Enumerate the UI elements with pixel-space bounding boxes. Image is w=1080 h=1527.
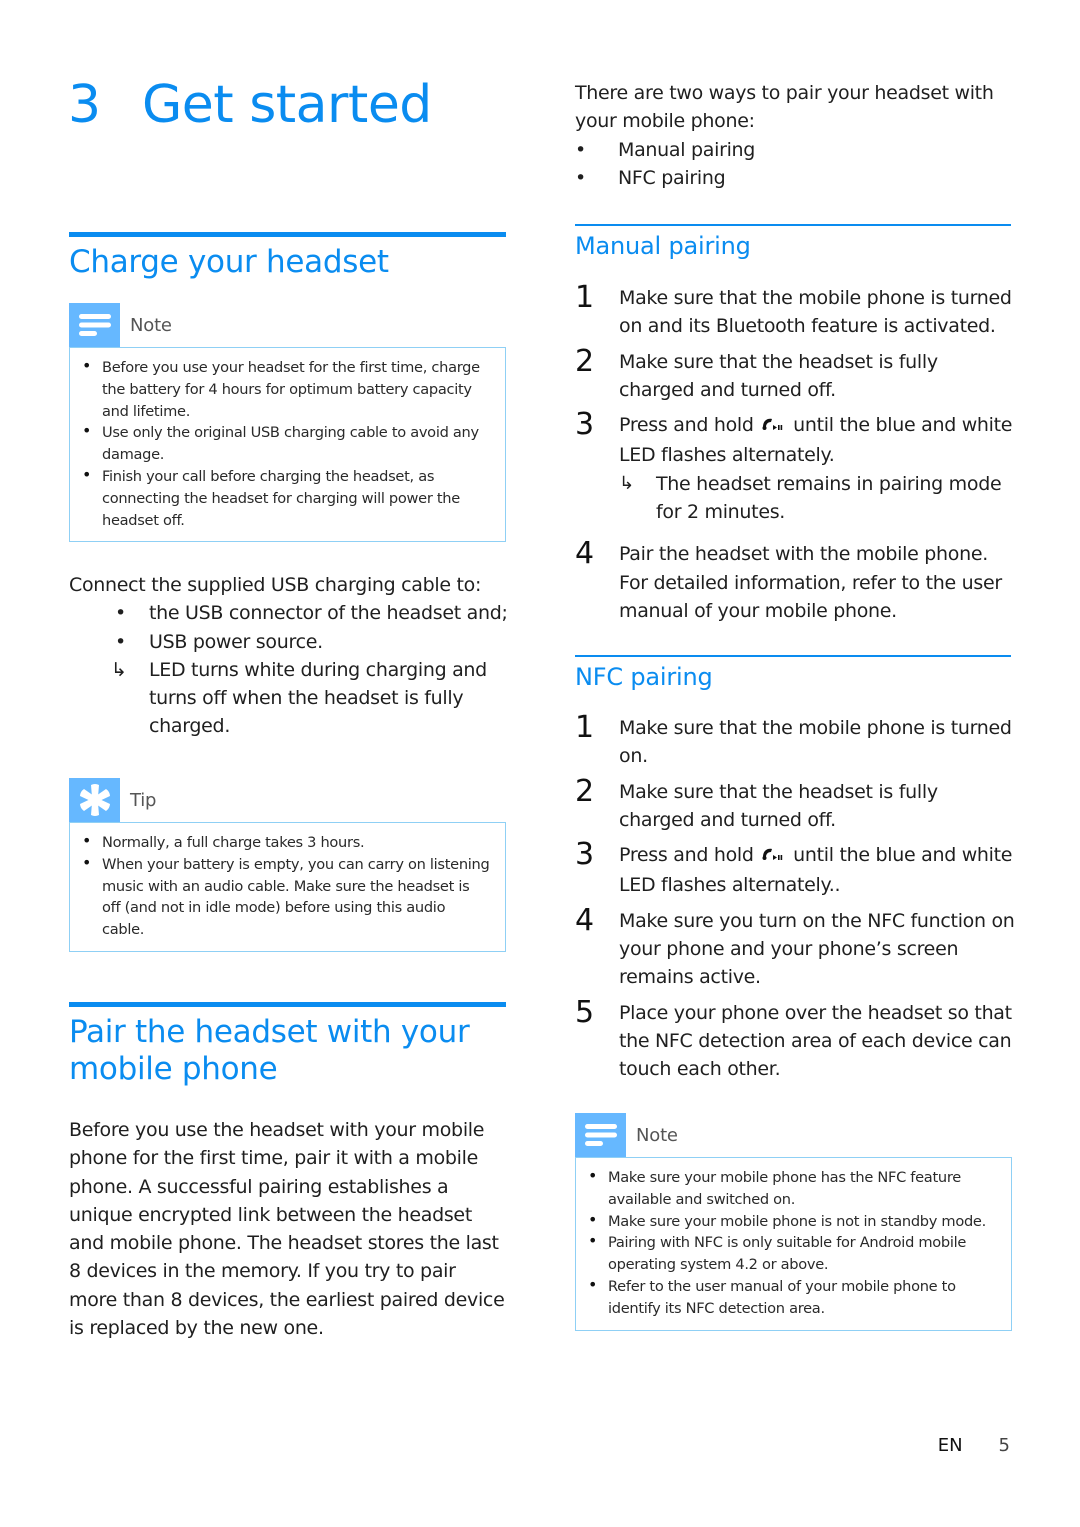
tip-header: Tip <box>69 778 506 822</box>
step-text: Press and hold <box>619 414 754 437</box>
call-play-pause-button-icon <box>761 413 785 441</box>
page-number: 5 <box>998 1435 1010 1456</box>
bullet-text: the USB connector of the headset and; <box>149 602 508 625</box>
nfc-steps: 1 Make sure that the mobile phone is turn… <box>575 710 1015 1084</box>
charge-intro: Connect the supplied USB charging cable … <box>69 574 482 596</box>
note-body: Before you use your headset for the firs… <box>69 347 506 543</box>
tip-label: Tip <box>130 789 157 811</box>
note-body: Make sure your mobile phone has the NFC … <box>575 1157 1012 1331</box>
step-number: 1 <box>575 280 594 315</box>
bullet-text: USB power source. <box>149 630 323 653</box>
step-text: Make sure that the headset is fully char… <box>619 780 938 831</box>
charge-instructions: Connect the supplied USB charging cable … <box>69 571 514 741</box>
pair-ways: There are two ways to pair your headset … <box>575 79 1015 192</box>
tip-body: Normally, a full charge takes 3 hours. W… <box>69 822 506 952</box>
tip-item: When your battery is empty, you can carr… <box>81 852 491 941</box>
list-item: • USB power source. <box>115 628 514 656</box>
result-item: ↳ The headset remains in pairing mode for… <box>619 470 1015 527</box>
note-header: Note <box>69 303 506 347</box>
step: 3 Press and hold until the blue and whit… <box>575 407 1015 527</box>
section-rule <box>69 232 506 237</box>
asterisk-tip-icon <box>69 778 120 822</box>
chapter-title-text: Get started <box>142 75 432 135</box>
section-rule <box>69 1002 506 1007</box>
result-item: ↳ LED turns white during charging and tur… <box>111 656 514 741</box>
pair-ways-intro: There are two ways to pair your headset … <box>575 82 994 133</box>
heading-charge-headset: Charge your headset <box>69 244 389 280</box>
step: 2 Make sure that the headset is fully cha… <box>575 773 1015 835</box>
note-item: Before you use your headset for the firs… <box>81 355 491 422</box>
list-item: • NFC pairing <box>575 164 1015 192</box>
heading-pair-headset: Pair the headset with your mobile phone <box>69 1014 509 1088</box>
note-lines-icon <box>69 303 120 347</box>
note-item: Use only the original USB charging cable… <box>81 420 491 466</box>
list-item: • Manual pairing <box>575 136 1015 164</box>
note-item: Make sure your mobile phone has the NFC … <box>587 1165 997 1211</box>
result-text: LED turns white during charging and turn… <box>149 658 487 738</box>
note-box-charge: Note Before you use your headset for the… <box>69 303 506 543</box>
step-text: Pair the headset with the mobile phone. … <box>619 543 1002 622</box>
bullet: • <box>575 138 586 161</box>
note-label: Note <box>636 1124 678 1146</box>
step-number: 3 <box>575 407 594 443</box>
step: 4 Pair the headset with the mobile phone.… <box>575 536 1015 625</box>
heading-line: Pair the headset with your <box>69 1014 470 1050</box>
note-header: Note <box>575 1113 1012 1157</box>
step-text: Make sure you turn on the NFC function o… <box>619 909 1015 989</box>
bullet: • <box>115 602 126 625</box>
step-number: 4 <box>575 902 594 938</box>
bullet-text: NFC pairing <box>618 166 726 189</box>
call-play-pause-button-icon <box>761 843 785 871</box>
subsection-rule <box>575 655 1011 657</box>
bullet: • <box>115 630 126 653</box>
subsection-rule <box>575 224 1011 226</box>
result-arrow-icon: ↳ <box>111 658 127 681</box>
note-item: Finish your call before charging the hea… <box>81 464 491 531</box>
manual-steps: 1 Make sure that the mobile phone is turn… <box>575 280 1015 625</box>
step-text: Make sure that the headset is fully char… <box>619 350 938 401</box>
step-number: 4 <box>575 536 594 572</box>
step-text: Press and hold <box>619 844 754 867</box>
heading-manual-pairing: Manual pairing <box>575 232 751 260</box>
note-label: Note <box>130 314 172 336</box>
step: 3 Press and hold until the blue and whit… <box>575 837 1015 900</box>
result-arrow-icon: ↳ <box>619 472 634 494</box>
step-number: 3 <box>575 837 594 873</box>
pair-intro-paragraph: Before you use the headset with your mob… <box>69 1119 505 1340</box>
note-item: Pairing with NFC is only suitable for An… <box>587 1230 997 1276</box>
step: 5 Place your phone over the headset so th… <box>575 994 1015 1084</box>
note-item: Refer to the user manual of your mobile … <box>587 1274 997 1320</box>
bullet-text: Manual pairing <box>618 138 756 161</box>
step: 2 Make sure that the headset is fully cha… <box>575 343 1015 405</box>
chapter-number: 3 <box>68 75 101 135</box>
step: 4 Make sure you turn on the NFC function … <box>575 902 1015 992</box>
tip-box: Tip Normally, a full charge takes 3 hour… <box>69 778 506 952</box>
step-text: Place your phone over the headset so tha… <box>619 1001 1012 1081</box>
note-item: Make sure your mobile phone is not in st… <box>587 1209 997 1233</box>
tip-item: Normally, a full charge takes 3 hours. <box>81 830 491 854</box>
heading-nfc-pairing: NFC pairing <box>575 663 713 691</box>
bullet: • <box>575 166 586 189</box>
list-item: • the USB connector of the headset and; <box>115 599 514 627</box>
result-text: The headset remains in pairing mode for … <box>656 472 1002 524</box>
step: 1 Make sure that the mobile phone is turn… <box>575 280 1015 341</box>
step-text: Make sure that the mobile phone is turne… <box>619 717 1012 768</box>
note-lines-icon <box>575 1113 626 1157</box>
step-text: Make sure that the mobile phone is turne… <box>619 287 1012 338</box>
step-number: 2 <box>575 773 594 809</box>
step-number: 5 <box>575 994 594 1030</box>
note-box-nfc: Note Make sure your mobile phone has the… <box>575 1113 1012 1331</box>
language-code: EN <box>937 1435 963 1456</box>
step: 1 Make sure that the mobile phone is turn… <box>575 710 1015 771</box>
chapter-title: 3 Get started <box>68 70 432 140</box>
step-number: 2 <box>575 343 594 379</box>
heading-line: mobile phone <box>69 1051 278 1087</box>
step-number: 1 <box>575 710 594 745</box>
page-footer: EN 5 <box>938 1435 1010 1456</box>
